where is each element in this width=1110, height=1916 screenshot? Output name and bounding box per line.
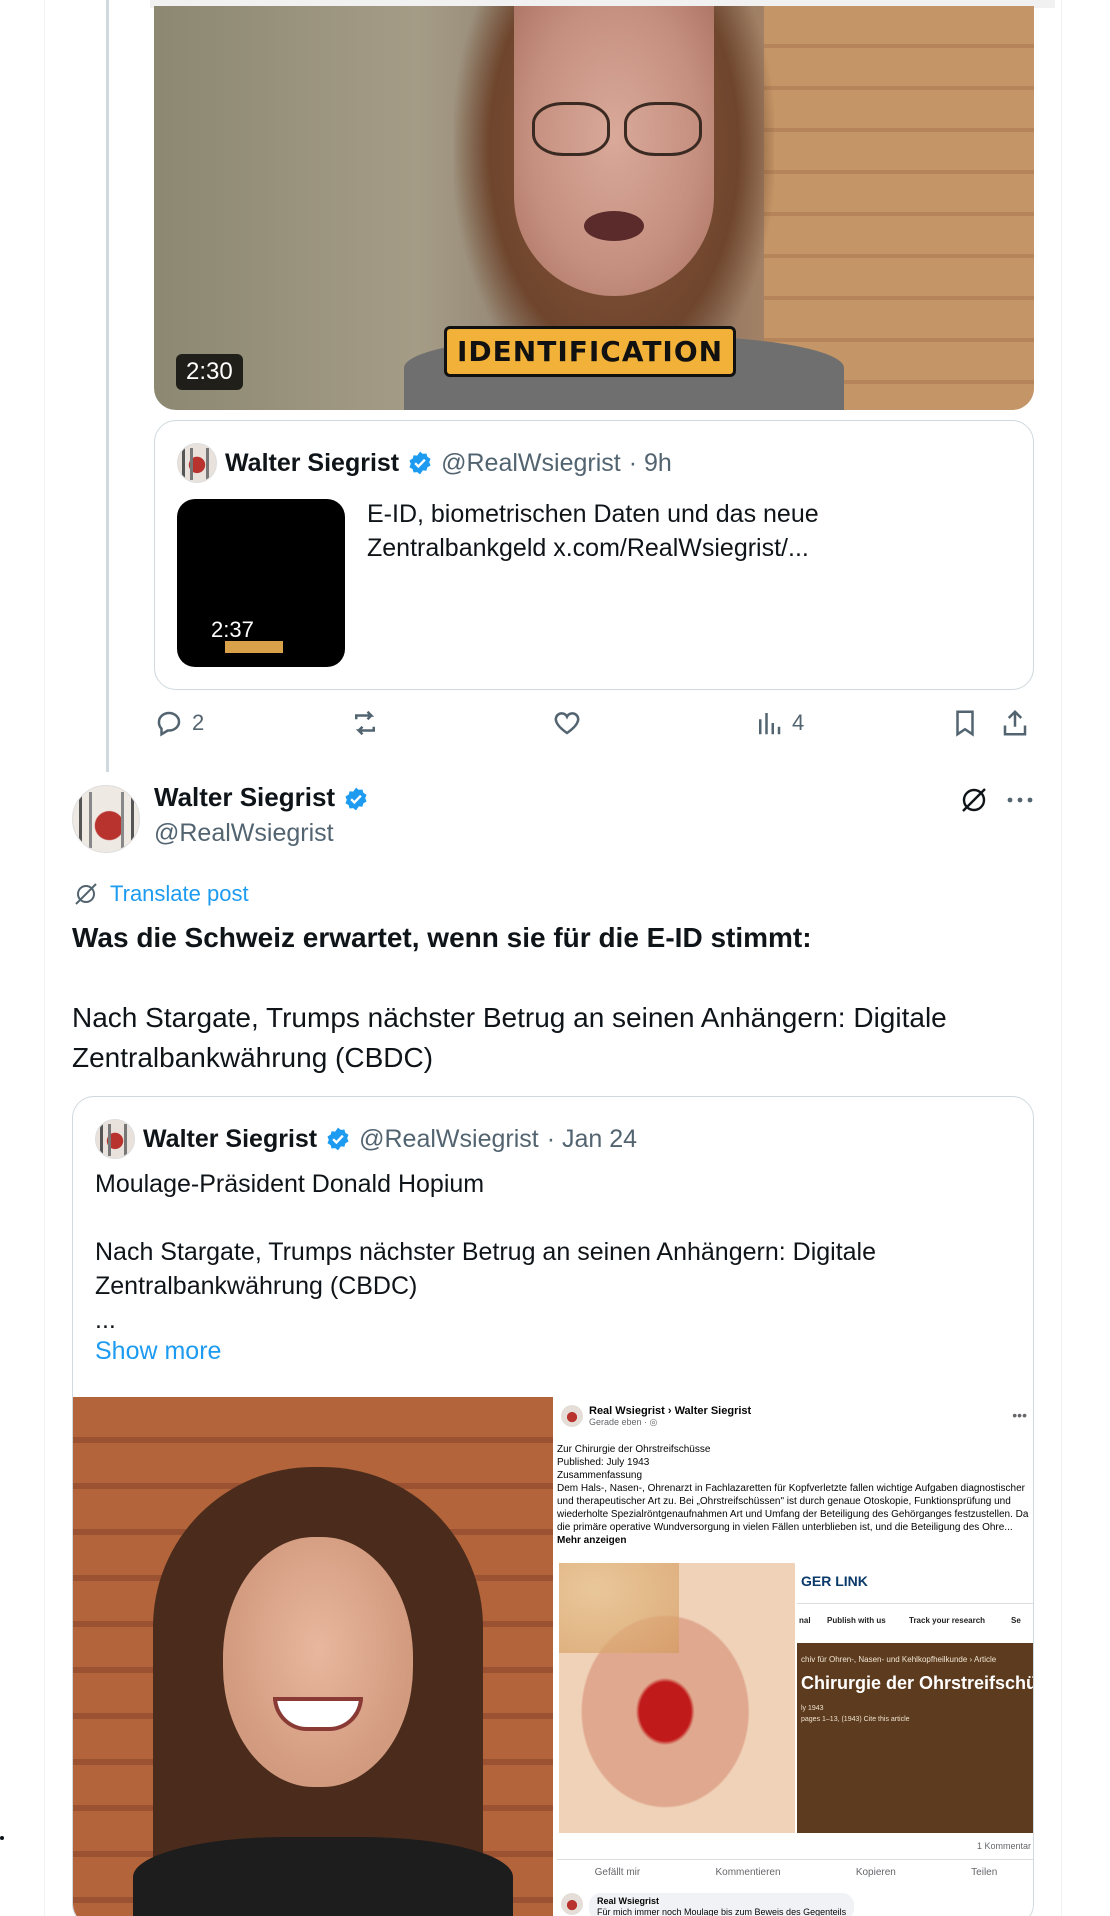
post-body: Nach Stargate, Trumps nächster Betrug an… [72, 1002, 947, 1073]
avatar[interactable] [72, 785, 140, 853]
post-headline: Was die Schweiz erwartet, wenn sie für d… [72, 922, 812, 953]
fb-text-line: Zur Chirurgie der Ohrstreifschüsse [557, 1444, 711, 1455]
quoted-post-card[interactable]: Walter Siegrist @RealWsiegrist · Jan 24 … [72, 1096, 1034, 1916]
quoted-video-thumbnail[interactable]: 2:37 [177, 499, 345, 667]
avatar[interactable] [95, 1119, 135, 1159]
share-button[interactable] [1000, 708, 1030, 738]
quoted-author-name[interactable]: Walter Siegrist [225, 449, 399, 478]
quoted-post-header: Walter Siegrist @RealWsiegrist · 9h [177, 443, 672, 483]
fb-author: Real Wsiegrist › Walter Siegrist [589, 1405, 752, 1417]
fb-nav: Se [1011, 1616, 1021, 1625]
quoted-post-time[interactable]: · Jan 24 [547, 1125, 637, 1154]
quoted-post-header: Walter Siegrist @RealWsiegrist · Jan 24 [95, 1119, 637, 1159]
fb-share: Teilen [971, 1867, 998, 1878]
fb-post-header: Real Wsiegrist › Walter Siegrist Gerade … [561, 1405, 751, 1428]
avatar [561, 1405, 583, 1427]
fb-nav: nal [799, 1616, 811, 1625]
bookmark-button[interactable] [950, 708, 980, 738]
post-action-bar: 2 4 [154, 708, 1034, 748]
verified-icon [325, 1126, 351, 1152]
fb-comment: Kommentieren [715, 1867, 781, 1878]
fb-text-line: Zusammenfassung [557, 1470, 643, 1481]
like-icon [554, 712, 580, 735]
quoted-line-2: Nach Stargate, Trumps nächster Betrug an… [95, 1238, 877, 1300]
post-author-name[interactable]: Walter Siegrist [154, 782, 335, 813]
fb-text-body: Dem Hals-, Nasen-, Ohrenarzt in Fachlaza… [557, 1483, 1029, 1533]
video-caption: IDENTIFICATION [444, 326, 737, 377]
fb-nav: Track your research [909, 1616, 986, 1625]
quoted-post-text: Moulage-Präsident Donald Hopium Nach Sta… [95, 1167, 995, 1337]
fb-text-line: Published: July 1943 [557, 1457, 650, 1468]
fb-nav: Publish with us [827, 1616, 886, 1625]
more-icon: ••• [1012, 1407, 1027, 1423]
repost-button[interactable] [350, 708, 380, 738]
fb-more-link: Mehr anzeigen [557, 1535, 627, 1546]
video-duration: 2:30 [176, 354, 243, 390]
fb-breadcrumb: chiv für Ohren-, Nasen- und Kehlkopfheil… [801, 1655, 997, 1664]
fb-article-image: GER LINK nal Publish with us Track your … [797, 1563, 1034, 1833]
translate-icon [75, 883, 97, 905]
share-icon [1003, 709, 1027, 736]
quoted-author-handle[interactable]: @RealWsiegrist [441, 449, 621, 478]
thumbnail-duration: 2:37 [211, 617, 254, 642]
verified-icon [343, 785, 369, 811]
repost-icon [355, 710, 375, 736]
fb-article-meta: ly 1943 pages 1–13, (1943) Cite this art… [801, 1705, 910, 1723]
fb-comment-text: Für mich immer noch Moulage bis zum Bewe… [597, 1907, 847, 1916]
views-icon [759, 713, 781, 735]
like-button[interactable] [552, 708, 582, 738]
reply-count: 2 [192, 710, 205, 735]
fb-time: Gerade eben · ◎ [589, 1417, 658, 1427]
reply-icon [157, 711, 181, 737]
show-more-link[interactable]: Show more [95, 1337, 221, 1366]
fb-commenter: Real Wsiegrist [597, 1896, 660, 1906]
fb-like: Gefällt mir [594, 1867, 641, 1878]
quoted-post-card[interactable]: Walter Siegrist @RealWsiegrist · 9h 2:37… [154, 420, 1034, 690]
views-count: 4 [792, 710, 805, 735]
translate-label[interactable]: Translate post [110, 881, 249, 907]
bookmark-icon [956, 710, 974, 737]
fb-ear-image [559, 1563, 795, 1833]
fb-comment-item: Real Wsiegrist Für mich immer noch Moula… [561, 1893, 855, 1916]
quoted-author-name[interactable]: Walter Siegrist [143, 1125, 317, 1154]
fb-copy: Kopieren [855, 1867, 896, 1878]
fb-action-bar: Gefällt mir Kommentieren Kopieren Teilen [557, 1859, 1033, 1885]
quoted-line-1: Moulage-Präsident Donald Hopium [95, 1170, 485, 1198]
fb-brand: GER LINK [801, 1573, 868, 1589]
quoted-image-portrait[interactable] [73, 1397, 553, 1916]
grok-icon[interactable] [958, 784, 990, 816]
reply-button[interactable]: 2 [154, 708, 204, 738]
quoted-ellipsis: ... [95, 1306, 116, 1334]
views-button[interactable]: 4 [754, 708, 804, 738]
avatar [561, 1893, 583, 1915]
fb-post-text: Zur Chirurgie der Ohrstreifschüsse Publi… [557, 1443, 1033, 1547]
video-player[interactable]: IDENTIFICATION 2:30 [154, 6, 1034, 410]
quoted-post-text: E-ID, biometrischen Daten und das neue Z… [367, 500, 819, 562]
quoted-image-screenshot[interactable]: Real Wsiegrist › Walter Siegrist Gerade … [557, 1397, 1034, 1916]
thread-connector-line [106, 0, 109, 772]
post-text: Was die Schweiz erwartet, wenn sie für d… [72, 918, 1032, 1078]
more-icon[interactable] [1004, 786, 1036, 814]
quoted-author-handle[interactable]: @RealWsiegrist [359, 1125, 539, 1154]
fb-article-title: Chirurgie der Ohrstreifschü [801, 1673, 1034, 1693]
edge-dot [0, 1836, 4, 1840]
fb-comment-count: 1 Kommentar [976, 1841, 1031, 1851]
translate-post-link[interactable]: Translate post [72, 880, 249, 908]
quoted-post-time[interactable]: · 9h [629, 449, 672, 478]
verified-icon [407, 450, 433, 476]
avatar[interactable] [177, 443, 217, 483]
post-author: Walter Siegrist [154, 782, 369, 813]
post-author-handle[interactable]: @RealWsiegrist [154, 819, 334, 848]
